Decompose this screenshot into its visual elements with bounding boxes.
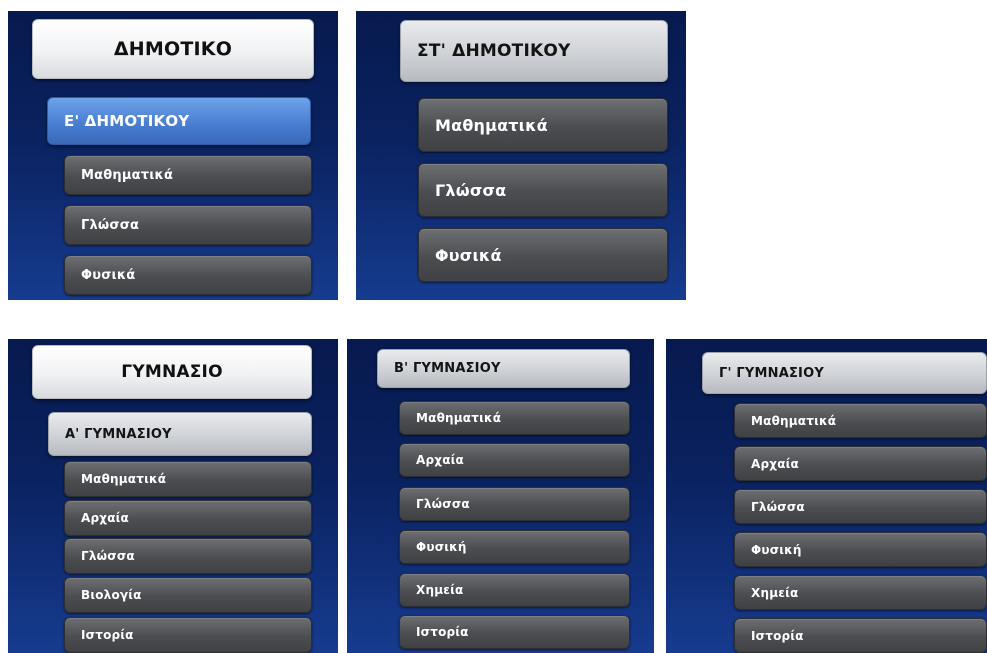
subject-fysiki-button[interactable]: Φυσική [734, 532, 987, 567]
subject-istoria-button[interactable]: Ιστορία [64, 617, 312, 653]
subject-glossa-button[interactable]: Γλώσσα [734, 489, 987, 524]
subject-fysika-button[interactable]: Φυσικά [64, 255, 312, 295]
class-a-gymnasiou-button[interactable]: Α' ΓΥΜΝΑΣΙΟΥ [48, 412, 312, 456]
class-e-dimotikou-button[interactable]: Ε' ΔΗΜΟΤΙΚΟΥ [47, 97, 311, 145]
subject-istoria-button[interactable]: Ιστορία [399, 615, 630, 649]
subject-archaia-button[interactable]: Αρχαία [64, 500, 312, 536]
class-g-gymnasiou-button[interactable]: Γ' ΓΥΜΝΑΣΙΟΥ [702, 352, 987, 394]
subject-istoria-button[interactable]: Ιστορία [734, 618, 987, 653]
header-gymnasio-button[interactable]: ΓΥΜΝΑΣΙΟ [32, 345, 312, 399]
subject-mathimatika-button[interactable]: Μαθηματικά [399, 401, 630, 435]
subject-archaia-button[interactable]: Αρχαία [734, 446, 987, 481]
class-b-gymnasiou-button[interactable]: Β' ΓΥΜΝΑΣΙΟΥ [377, 349, 630, 388]
subject-mathimatika-button[interactable]: Μαθηματικά [734, 403, 987, 438]
subject-archaia-button[interactable]: Αρχαία [399, 443, 630, 477]
subject-fysiki-button[interactable]: Φυσική [399, 530, 630, 564]
subject-glossa-button[interactable]: Γλώσσα [64, 205, 312, 245]
subject-chimeia-button[interactable]: Χημεία [734, 575, 987, 610]
header-dimotiko-button[interactable]: ΔΗΜΟΤΙΚΟ [32, 19, 314, 79]
subject-mathimatika-button[interactable]: Μαθηματικά [64, 461, 312, 497]
subject-chimeia-button[interactable]: Χημεία [399, 573, 630, 607]
panel-st-dimotikou: ΣΤ' ΔΗΜΟΤΙΚΟΥ Μαθηματικά Γλώσσα Φυσικά [356, 11, 686, 300]
panel-gymnasio: ΓΥΜΝΑΣΙΟ Α' ΓΥΜΝΑΣΙΟΥ Μαθηματικά Αρχαία … [8, 339, 338, 653]
panel-b-gymnasiou: Β' ΓΥΜΝΑΣΙΟΥ Μαθηματικά Αρχαία Γλώσσα Φυ… [347, 339, 654, 653]
subject-viologia-button[interactable]: Βιολογία [64, 577, 312, 613]
subject-glossa-button[interactable]: Γλώσσα [418, 163, 668, 217]
subject-glossa-button[interactable]: Γλώσσα [399, 487, 630, 521]
subject-mathimatika-button[interactable]: Μαθηματικά [418, 98, 668, 152]
class-st-dimotikou-button[interactable]: ΣΤ' ΔΗΜΟΤΙΚΟΥ [400, 20, 668, 82]
subject-mathimatika-button[interactable]: Μαθηματικά [64, 155, 312, 195]
subject-fysika-button[interactable]: Φυσικά [418, 228, 668, 282]
subject-glossa-button[interactable]: Γλώσσα [64, 538, 312, 574]
panel-dimotiko: ΔΗΜΟΤΙΚΟ Ε' ΔΗΜΟΤΙΚΟΥ Μαθηματικά Γλώσσα … [8, 11, 338, 300]
panel-g-gymnasiou: Γ' ΓΥΜΝΑΣΙΟΥ Μαθηματικά Αρχαία Γλώσσα Φυ… [666, 339, 987, 653]
